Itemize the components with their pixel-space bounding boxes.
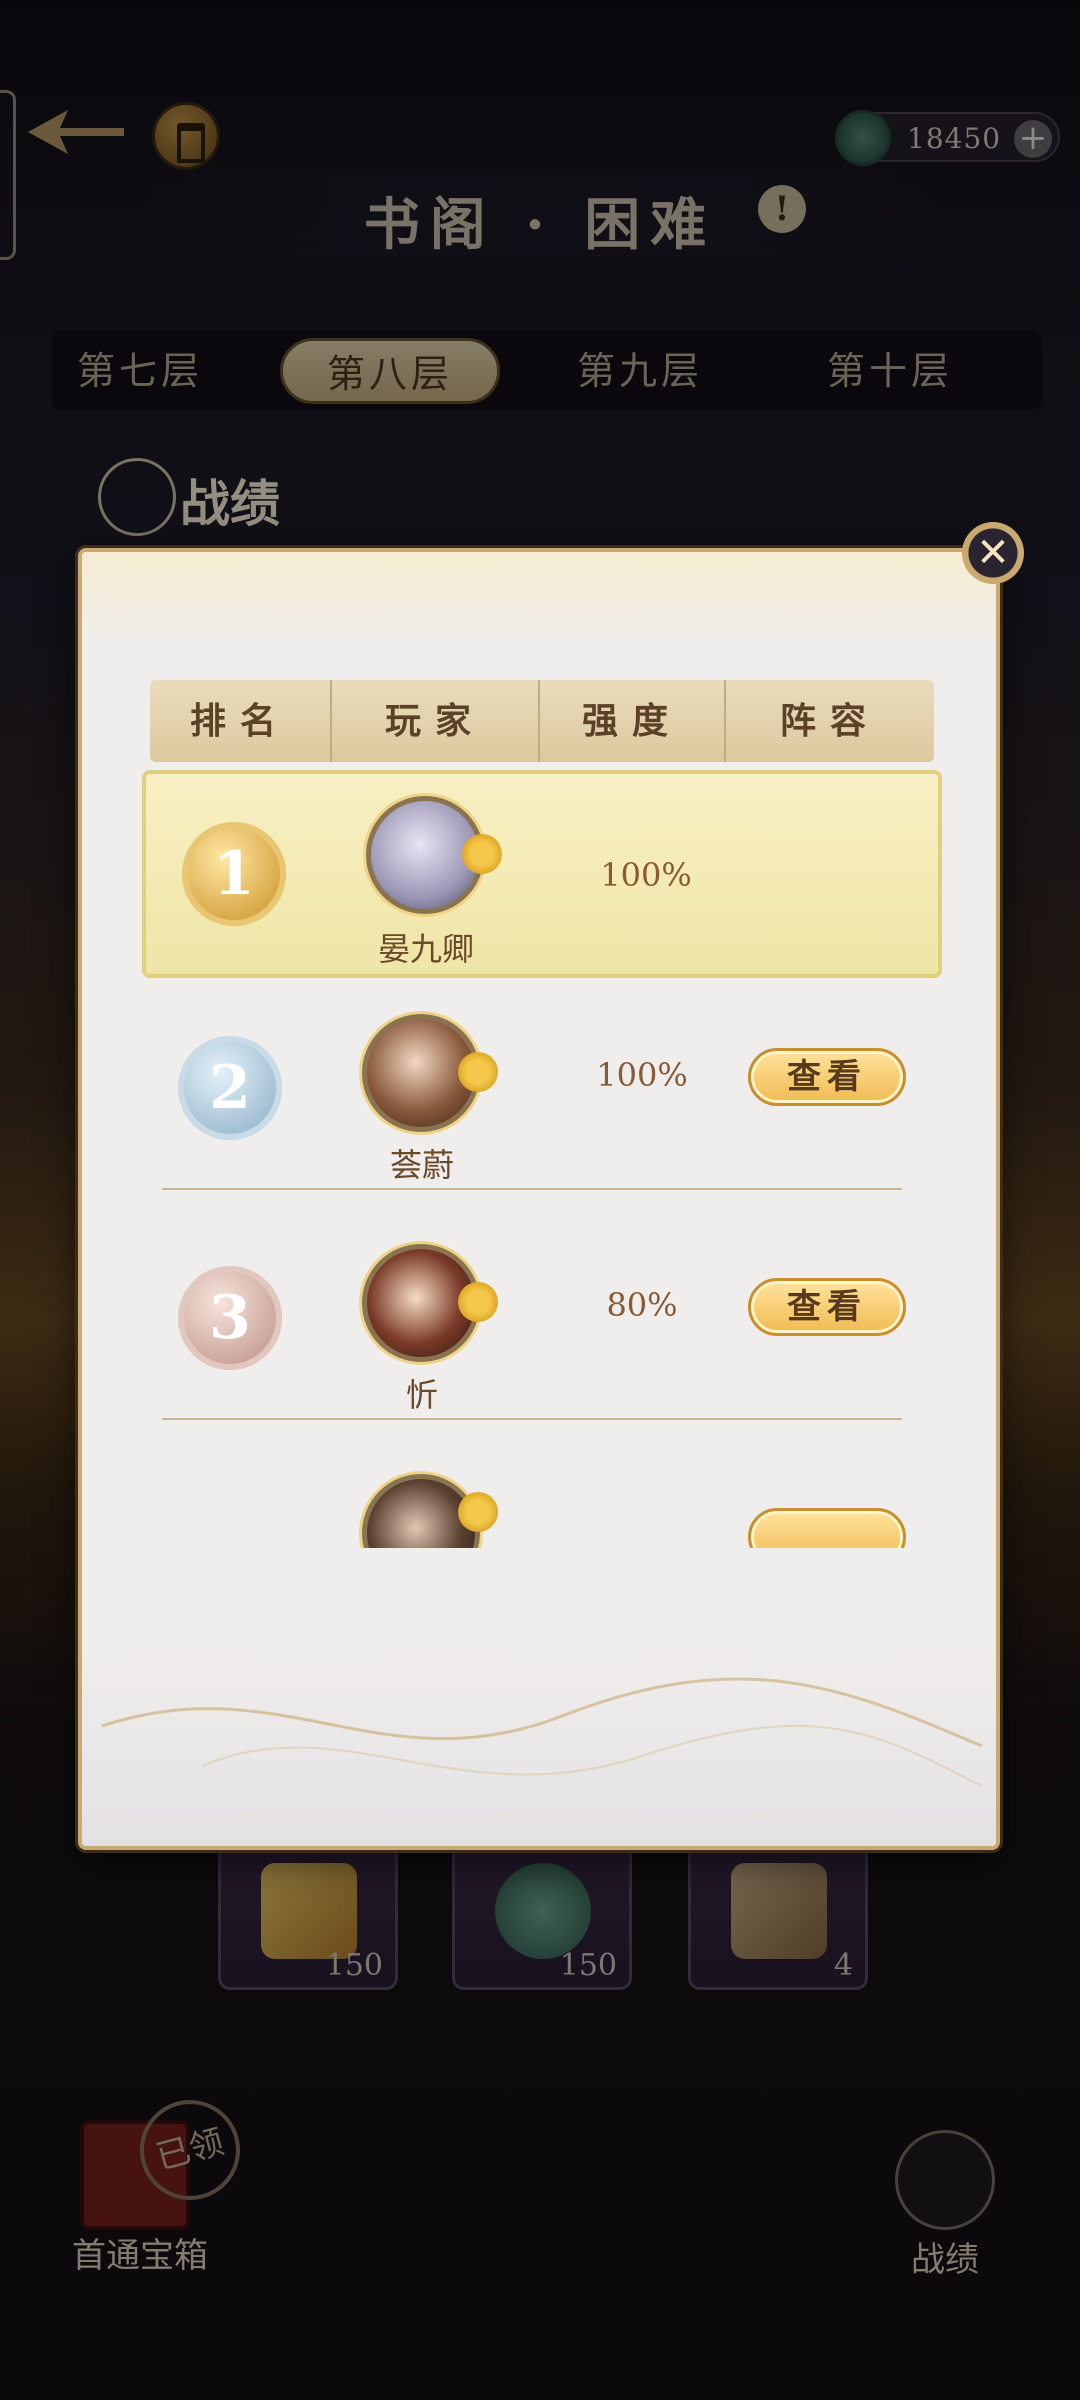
view-lineup-button[interactable]: 查看 (748, 1278, 906, 1336)
flower-decoration (458, 1282, 498, 1322)
ranking-row-4[interactable] (142, 1452, 942, 1548)
column-strength: 强度 (581, 700, 682, 742)
modal-top-decoration (82, 552, 996, 642)
view-lineup-button[interactable]: 查看 (748, 1048, 906, 1106)
flower-decoration (458, 1492, 498, 1532)
ranking-list[interactable]: 1 晏九卿 100% 2 荟蔚 100% 查看 3 忻 80% 查看 (142, 770, 942, 1548)
strength-value: 100% (600, 856, 692, 894)
ranking-row-1[interactable]: 1 晏九卿 100% (142, 770, 942, 978)
row-divider (162, 1418, 902, 1420)
strength-value: 100% (596, 1056, 688, 1094)
ranking-row-3[interactable]: 3 忻 80% 查看 (142, 1222, 942, 1430)
flower-decoration (462, 834, 502, 874)
player-name: 忻 (405, 1376, 438, 1414)
player-name: 荟蔚 (389, 1146, 454, 1184)
row-divider (162, 1188, 902, 1190)
ranking-modal: 排名 玩家 强度 阵容 1 晏九卿 100% 2 荟蔚 100% 查看 3 忻 … (78, 548, 1000, 1850)
ranking-table-header: 排名 玩家 强度 阵容 (150, 680, 934, 762)
column-rank: 排名 (189, 700, 290, 742)
close-icon[interactable]: ✕ (962, 522, 1024, 584)
silver-medal-icon: 2 (178, 1036, 282, 1140)
gold-medal-icon: 1 (182, 822, 286, 926)
view-lineup-button[interactable] (748, 1508, 906, 1548)
ranking-row-2[interactable]: 2 荟蔚 100% 查看 (142, 992, 942, 1200)
strength-value: 80% (606, 1286, 678, 1324)
cloud-swirl-decoration (101, 1677, 983, 1787)
bronze-medal-icon: 3 (178, 1266, 282, 1370)
column-player: 玩家 (384, 700, 485, 742)
column-lineup: 阵容 (779, 700, 880, 742)
modal-bottom-decoration (82, 1646, 996, 1846)
player-name: 晏九卿 (377, 930, 474, 968)
flower-decoration (458, 1052, 498, 1092)
